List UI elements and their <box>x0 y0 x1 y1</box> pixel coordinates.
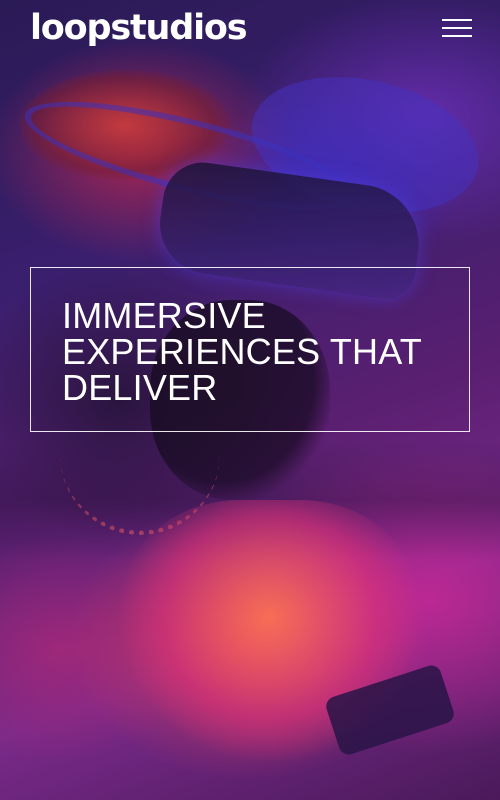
hero-image-hands <box>120 500 420 760</box>
hero-image-necklace <box>60 420 220 535</box>
hero-headline-box: IMMERSIVE EXPERIENCES THAT DELIVER <box>30 267 470 432</box>
hero-image-shadow <box>0 440 500 560</box>
hero-image-hair <box>20 70 230 180</box>
hero-image-controller <box>323 662 457 758</box>
hero-section: loopstudios IMMERSIVE EXPERIENCES THAT D… <box>0 0 500 800</box>
hero-headline-line-2: EXPERIENCES THAT <box>62 331 422 372</box>
brand-logo[interactable]: loopstudios <box>30 10 248 46</box>
menu-bar-bottom <box>442 35 472 37</box>
menu-bar-top <box>442 19 472 21</box>
hamburger-menu-icon[interactable] <box>442 17 472 39</box>
menu-bar-middle <box>442 27 472 29</box>
hero-image-hat <box>238 57 492 233</box>
site-header: loopstudios <box>30 6 472 50</box>
hero-headline-line-3: DELIVER <box>62 367 218 408</box>
hero-headline-line-1: IMMERSIVE <box>62 295 266 336</box>
hero-image-headband <box>16 79 366 233</box>
hero-headline: IMMERSIVE EXPERIENCES THAT DELIVER <box>62 298 449 406</box>
